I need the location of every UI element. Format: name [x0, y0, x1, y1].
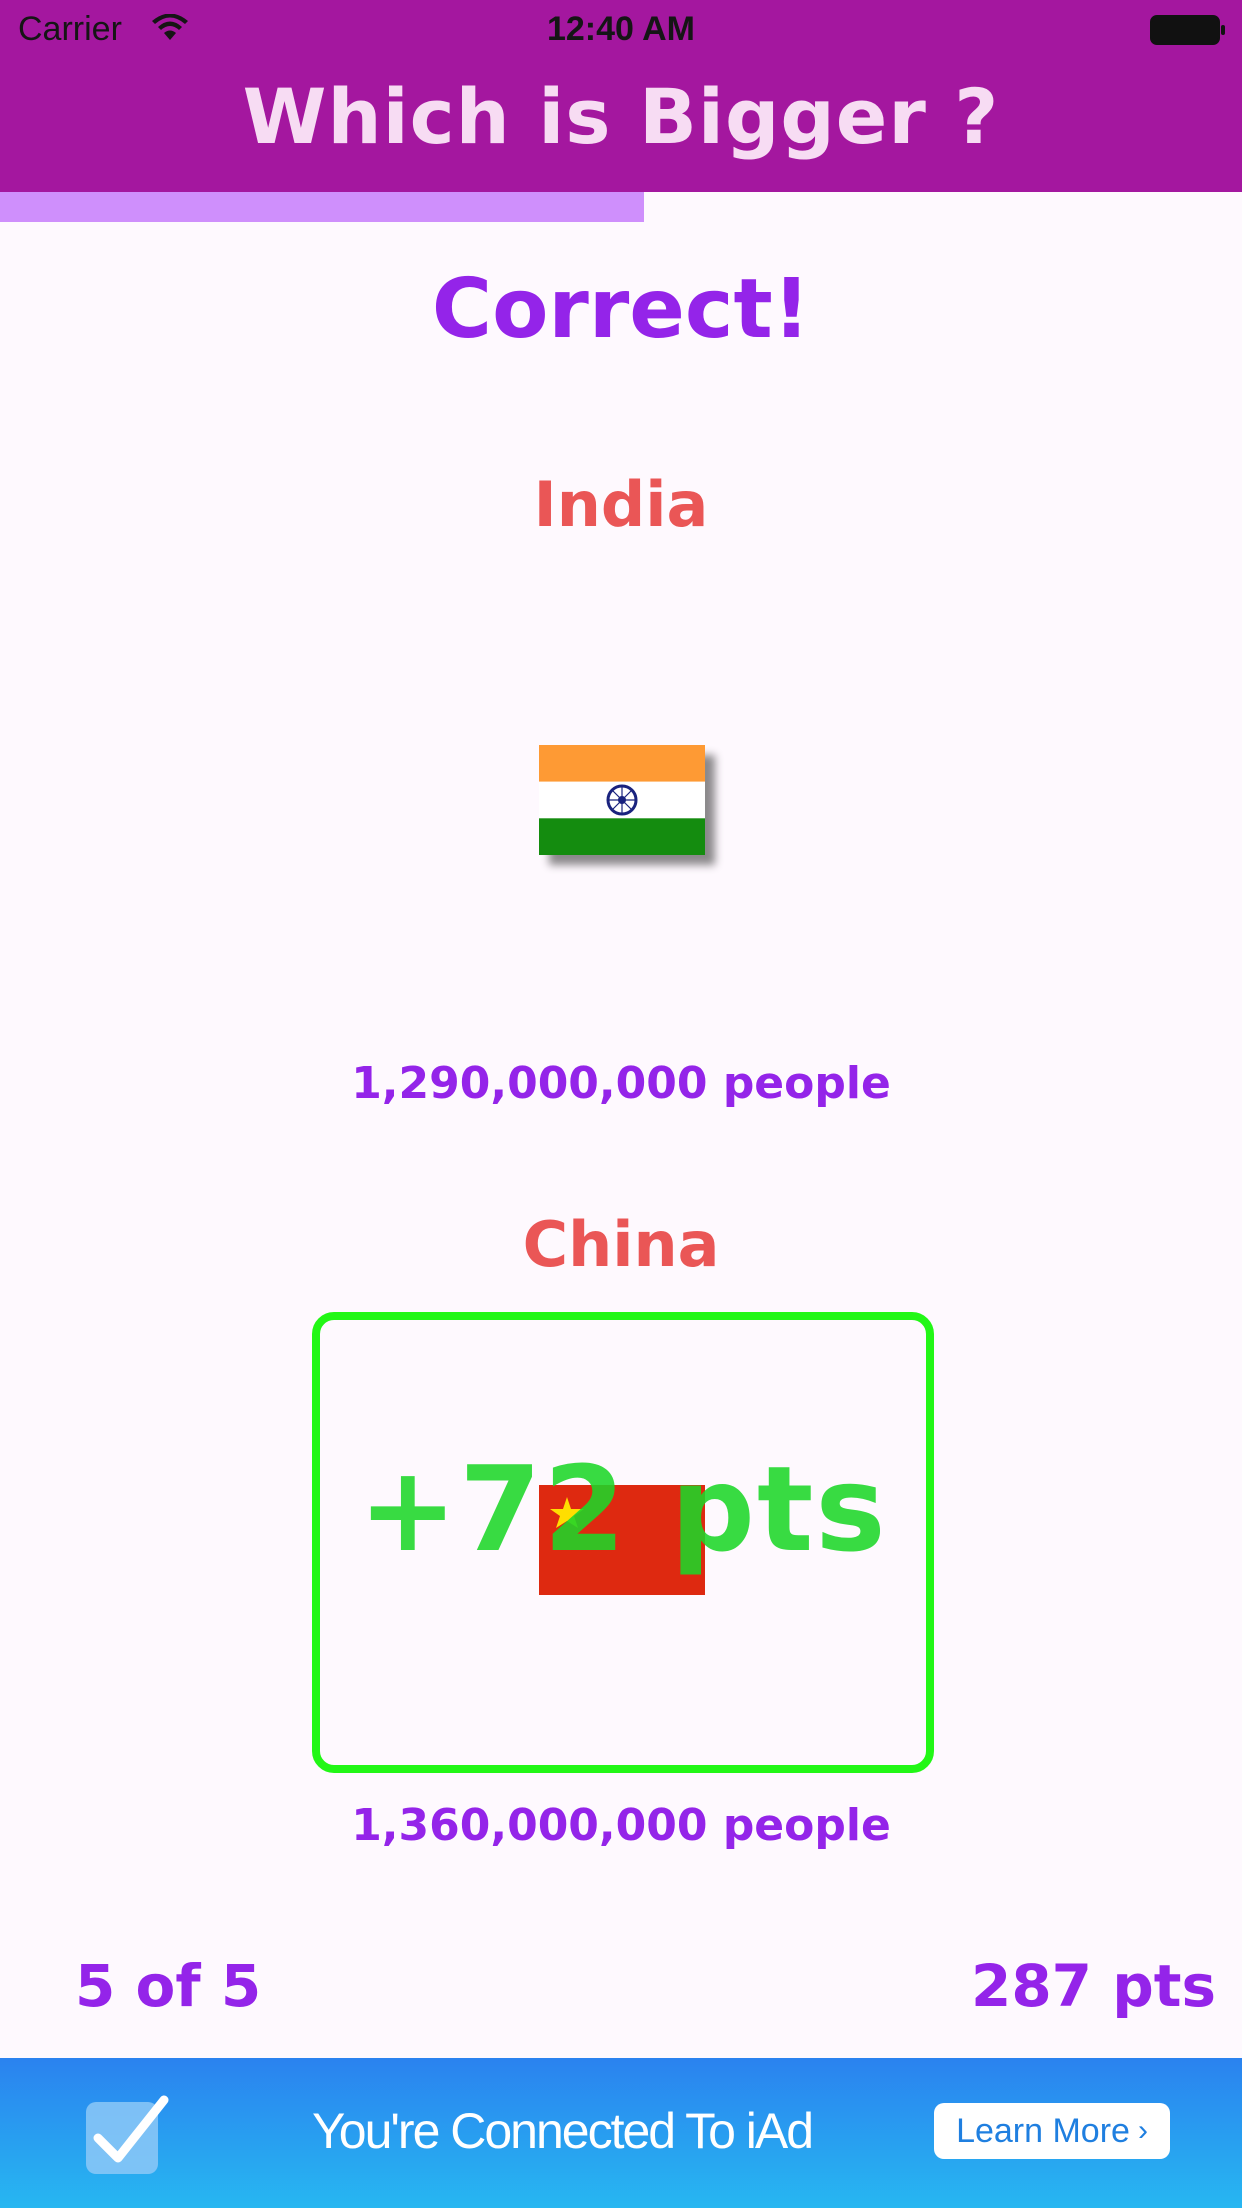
learn-more-button[interactable]: Learn More ›	[934, 2103, 1170, 2159]
quiz-progress-bar	[0, 192, 1242, 222]
country-a-population-unit: people	[722, 1058, 891, 1109]
status-bar: Carrier 12:40 AM	[0, 0, 1242, 60]
country-a-population: 1,290,000,000 people	[0, 1058, 1242, 1109]
question-counter: 5 of 5	[75, 1952, 262, 2020]
country-a-name: India	[533, 468, 709, 541]
country-a-population-value: 1,290,000,000	[351, 1058, 708, 1109]
learn-more-label: Learn More	[956, 2111, 1130, 2150]
country-b-name: China	[522, 1208, 720, 1281]
iad-banner[interactable]: You're Connected To iAd Learn More ›	[0, 2058, 1242, 2208]
battery-icon	[1150, 14, 1226, 50]
app-title: Which is Bigger ?	[242, 72, 1000, 161]
result-title: Correct!	[431, 262, 811, 357]
ad-text: You're Connected To iAd	[312, 2103, 814, 2159]
points-awarded-popup: +72 pts	[358, 1440, 888, 1578]
score-total: 287 pts	[970, 1952, 1216, 2020]
country-b-population-unit: people	[722, 1800, 891, 1851]
country-b-population: 1,360,000,000 people	[0, 1800, 1242, 1851]
chevron-right-icon: ›	[1137, 2114, 1148, 2147]
india-flag-icon[interactable]	[539, 745, 705, 855]
status-time: 12:40 AM	[546, 10, 696, 48]
app-header: Carrier 12:40 AM Which is Bigger ?	[0, 0, 1242, 192]
quiz-progress-fill	[0, 192, 645, 222]
country-b-population-value: 1,360,000,000	[351, 1800, 708, 1851]
checkmark-icon	[84, 2088, 174, 2182]
